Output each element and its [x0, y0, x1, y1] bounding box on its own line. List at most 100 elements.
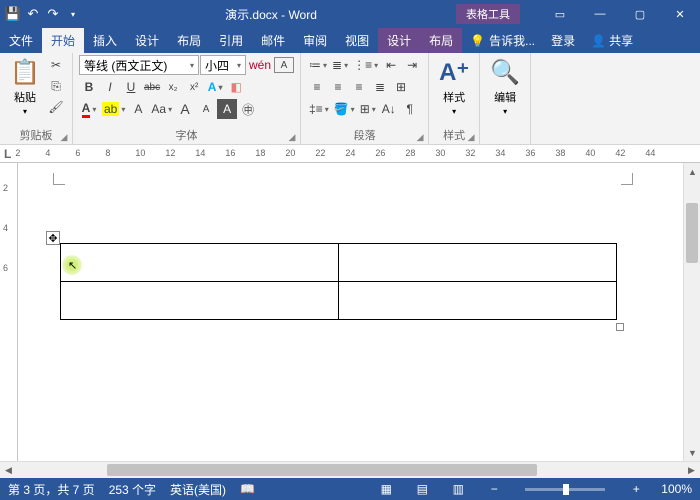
superscript-button[interactable]: x² [184, 77, 204, 97]
highlight-button[interactable]: ab▾ [100, 99, 127, 119]
clipboard-launcher-icon[interactable]: ◢ [58, 131, 70, 143]
status-language[interactable]: 英语(美国) [170, 481, 226, 498]
save-icon[interactable]: 💾 [4, 5, 22, 23]
document-table[interactable] [60, 243, 617, 320]
change-case-button[interactable]: Aa▾ [149, 99, 174, 119]
distributed-button[interactable]: ⊞ [391, 77, 411, 97]
scroll-left-icon[interactable]: ◀ [0, 462, 17, 479]
char-fill-button[interactable]: A [217, 99, 237, 119]
group-styles: A⁺ 样式 ▾ 样式 ◢ [429, 53, 480, 144]
table-cell[interactable] [61, 244, 339, 282]
underline-button[interactable]: U [121, 77, 141, 97]
paste-button[interactable]: 📋 粘贴 ▾ [6, 55, 44, 118]
borders-button[interactable]: ⊞▾ [358, 99, 378, 119]
vertical-ruler[interactable]: 246 [0, 163, 18, 461]
share-button[interactable]: 👤共享 [583, 28, 641, 53]
align-center-button[interactable]: ≡ [328, 77, 348, 97]
grow-font-button[interactable]: A [175, 99, 195, 119]
numbering-button[interactable]: ≣▾ [330, 55, 350, 75]
view-read-icon[interactable]: ▦ [375, 480, 397, 498]
vertical-scrollbar[interactable]: ▲ ▼ [683, 163, 700, 461]
justify-button[interactable]: ≣ [370, 77, 390, 97]
tab-view[interactable]: 视图 [336, 28, 378, 53]
tab-references[interactable]: 引用 [210, 28, 252, 53]
font-size-select[interactable]: 小四▾ [200, 55, 246, 75]
tab-design[interactable]: 设计 [126, 28, 168, 53]
align-left-button[interactable]: ≡ [307, 77, 327, 97]
horizontal-scrollbar[interactable]: ◀ ▶ [0, 461, 700, 478]
font-launcher-icon[interactable]: ◢ [286, 131, 298, 143]
sort-button[interactable]: A↓ [379, 99, 399, 119]
status-wordcount[interactable]: 253 个字 [109, 481, 156, 498]
copy-button[interactable]: ⎘ [46, 76, 66, 96]
zoom-in-button[interactable]: + [625, 480, 647, 498]
enclose-char-button[interactable]: ㊥ [238, 99, 258, 119]
char-border-button[interactable]: A [274, 57, 294, 73]
tab-layout[interactable]: 布局 [168, 28, 210, 53]
cut-button[interactable]: ✂ [46, 55, 66, 75]
char-shading-button[interactable]: A [128, 99, 148, 119]
styles-launcher-icon[interactable]: ◢ [465, 131, 477, 143]
zoom-level[interactable]: 100% [661, 482, 692, 496]
eraser-button[interactable]: ◧ [226, 77, 246, 97]
status-page[interactable]: 第 3 页，共 7 页 [8, 481, 95, 498]
zoom-slider[interactable] [525, 488, 605, 491]
editing-button[interactable]: 🔍 编辑 ▾ [486, 55, 524, 118]
maximize-icon[interactable]: ▢ [620, 0, 660, 28]
context-tab-header: 表格工具 [456, 4, 520, 24]
paragraph-launcher-icon[interactable]: ◢ [414, 131, 426, 143]
increase-indent-button[interactable]: ⇥ [402, 55, 422, 75]
redo-icon[interactable]: ↷ [44, 5, 62, 23]
subscript-button[interactable]: x₂ [163, 77, 183, 97]
tab-table-design[interactable]: 设计 [378, 28, 420, 53]
table-move-handle[interactable]: ✥ [46, 231, 60, 245]
ribbon-options-icon[interactable]: ▭ [540, 0, 580, 28]
font-color-button[interactable]: A▾ [79, 99, 99, 119]
qat-more-icon[interactable]: ▾ [64, 5, 82, 23]
strike-button[interactable]: abc [142, 77, 162, 97]
italic-button[interactable]: I [100, 77, 120, 97]
styles-button[interactable]: A⁺ 样式 ▾ [435, 55, 473, 118]
tab-mailings[interactable]: 邮件 [252, 28, 294, 53]
shrink-font-button[interactable]: A [196, 99, 216, 119]
tab-file[interactable]: 文件 [0, 28, 42, 53]
scroll-thumb[interactable] [107, 464, 537, 476]
decrease-indent-button[interactable]: ⇤ [381, 55, 401, 75]
document-area[interactable]: ✥ [18, 163, 683, 461]
view-print-icon[interactable]: ▤ [411, 480, 433, 498]
shading-button[interactable]: 🪣▾ [332, 99, 357, 119]
font-name-select[interactable]: 等线 (西文正文)▾ [79, 55, 199, 75]
close-icon[interactable]: ✕ [660, 0, 700, 28]
tab-review[interactable]: 审阅 [294, 28, 336, 53]
tab-insert[interactable]: 插入 [84, 28, 126, 53]
zoom-out-button[interactable]: − [483, 480, 505, 498]
chevron-down-icon: ▾ [190, 61, 194, 70]
format-painter-button[interactable]: 🖌 [46, 97, 66, 117]
show-marks-button[interactable]: ¶ [400, 99, 420, 119]
page-margin-marks [53, 173, 633, 193]
table-cell[interactable] [339, 282, 617, 320]
line-spacing-button[interactable]: ‡≡▾ [307, 99, 331, 119]
table-cell[interactable] [61, 282, 339, 320]
text-effects-button[interactable]: A▾ [205, 77, 225, 97]
tell-me[interactable]: 💡告诉我... [462, 28, 543, 53]
scroll-right-icon[interactable]: ▶ [683, 462, 700, 479]
scroll-up-icon[interactable]: ▲ [684, 163, 700, 180]
bold-button[interactable]: B [79, 77, 99, 97]
bullets-button[interactable]: ≔▾ [307, 55, 329, 75]
minimize-icon[interactable]: — [580, 0, 620, 28]
table-cell[interactable] [339, 244, 617, 282]
multilevel-button[interactable]: ⋮≡▾ [351, 55, 380, 75]
align-right-button[interactable]: ≡ [349, 77, 369, 97]
horizontal-ruler[interactable]: L 24681012141618202224262830323436384042… [0, 145, 700, 163]
pinyin-guide-button[interactable]: wén [247, 55, 273, 75]
tab-home[interactable]: 开始 [42, 28, 84, 53]
scroll-down-icon[interactable]: ▼ [684, 444, 700, 461]
status-book-icon[interactable]: 📖 [240, 482, 255, 496]
login-button[interactable]: 登录 [543, 28, 583, 53]
scroll-thumb[interactable] [686, 203, 698, 263]
undo-icon[interactable]: ↶ [24, 5, 42, 23]
tab-table-layout[interactable]: 布局 [420, 28, 462, 53]
view-web-icon[interactable]: ▥ [447, 480, 469, 498]
table-resize-handle[interactable] [616, 323, 624, 331]
